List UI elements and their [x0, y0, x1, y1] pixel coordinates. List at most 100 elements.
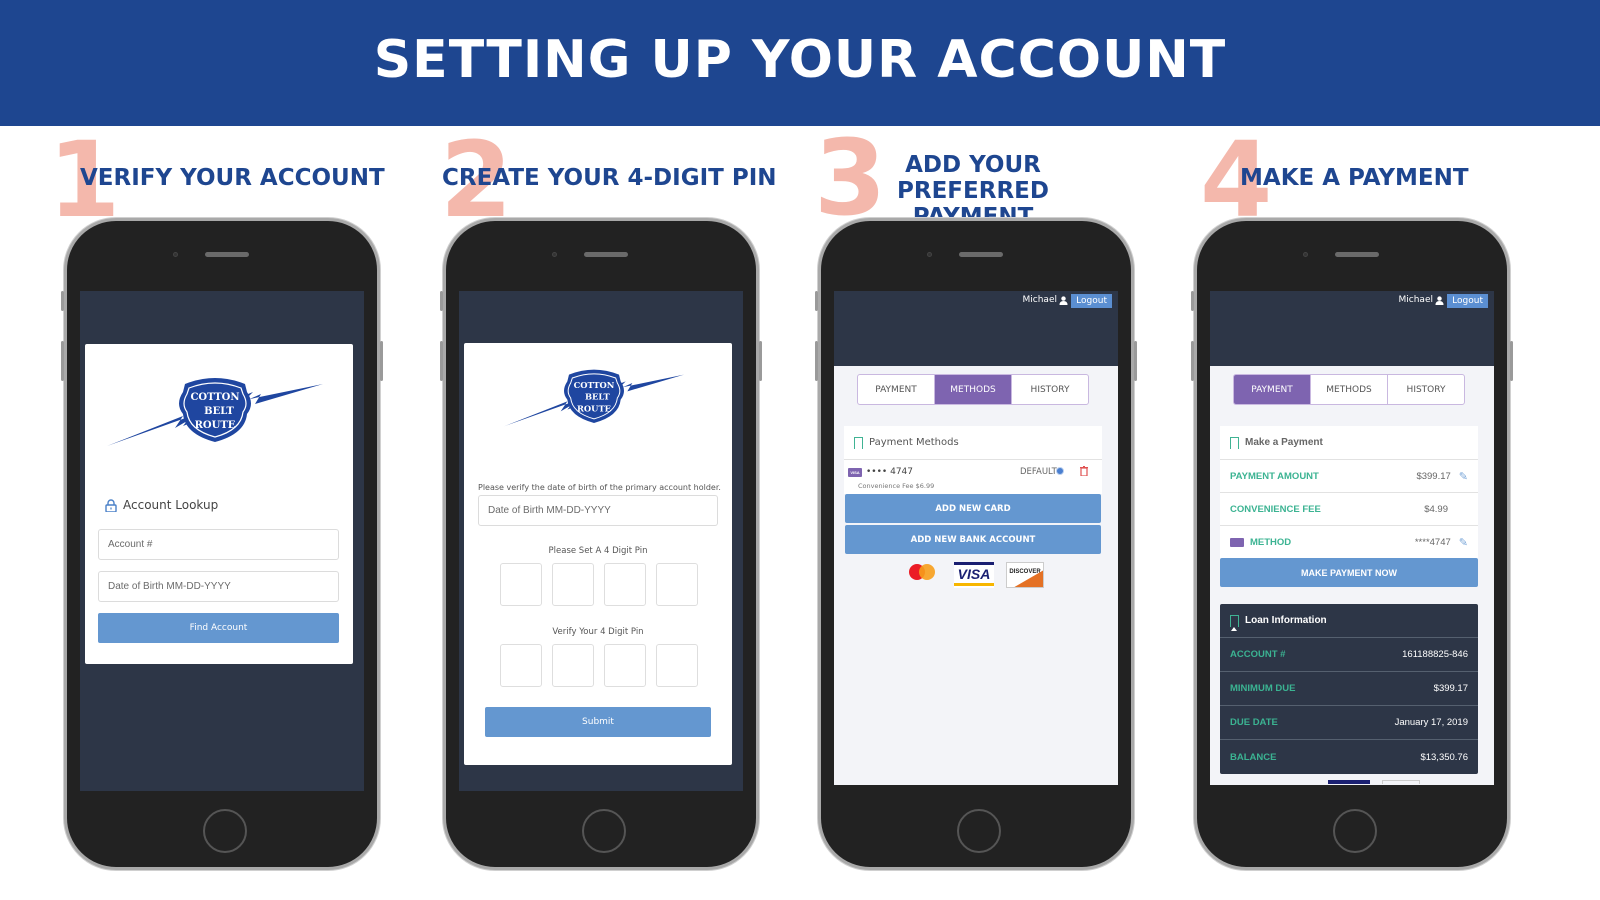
cotton-belt-logo: COTTON BELT ROUTE: [504, 369, 684, 427]
tab-methods[interactable]: METHODS: [935, 375, 1012, 404]
user-name: Michael: [1398, 295, 1433, 305]
home-button[interactable]: [582, 809, 626, 853]
make-payment-now-button[interactable]: MAKE PAYMENT NOW: [1220, 558, 1478, 587]
visa-logo-text: VISA: [957, 566, 991, 582]
account-number-input[interactable]: Account #: [98, 529, 339, 560]
submit-button[interactable]: Submit: [485, 707, 711, 737]
user-icon: [1435, 295, 1444, 305]
logo-text-belt: BELT: [204, 406, 234, 417]
convenience-fee-value: $4.99: [1424, 503, 1448, 515]
camera-icon: [173, 252, 178, 257]
loan-row-value: $399.17: [1433, 683, 1468, 694]
user-menu[interactable]: Michael: [1023, 295, 1068, 305]
visa-card-icon: VISA: [848, 468, 862, 477]
visa-logo: VISA: [954, 562, 994, 588]
edit-icon[interactable]: ✎: [1459, 470, 1468, 483]
phone-mockup-1: COTTON BELT ROUTE Account Lookup Account…: [61, 218, 383, 870]
loan-row-value: January 17, 2019: [1394, 717, 1468, 728]
cotton-belt-logo: COTTON BELT ROUTE: [107, 378, 323, 446]
step-title-3-line1: ADD YOUR PREFERRED: [897, 152, 1049, 204]
logo-text-cotton: COTTON: [574, 380, 615, 390]
page-title: SETTING UP YOUR ACCOUNT: [373, 30, 1227, 90]
panel-header: Loan Information: [1220, 604, 1478, 638]
logout-button[interactable]: Logout: [1071, 294, 1112, 308]
loan-row: MINIMUM DUE $399.17: [1220, 672, 1478, 706]
dob-input[interactable]: Date of Birth MM-DD-YYYY: [478, 495, 718, 526]
card-masked-number: •••• 4747: [866, 467, 913, 477]
tab-history[interactable]: HISTORY: [1388, 375, 1464, 404]
loan-row: BALANCE $13,350.76: [1220, 740, 1478, 774]
set-pin-digit-4[interactable]: [656, 563, 698, 606]
set-pin-digit-1[interactable]: [500, 563, 542, 606]
bookmark-icon: [854, 436, 863, 453]
default-radio[interactable]: [1056, 467, 1064, 475]
phone-side-button: [759, 341, 762, 381]
add-new-card-button[interactable]: ADD NEW CARD: [845, 494, 1101, 523]
phone-screen: COTTON BELT ROUTE Please verify the date…: [459, 291, 743, 791]
phone-side-button: [1191, 291, 1194, 311]
phone-side-button: [440, 291, 443, 311]
phone-side-button: [61, 341, 64, 381]
camera-icon: [927, 252, 932, 257]
camera-icon: [552, 252, 557, 257]
account-lookup-card: COTTON BELT ROUTE Account Lookup Account…: [85, 344, 353, 664]
phone-screen: Michael Logout PAYMENT METHODS HISTORY M…: [1210, 291, 1494, 785]
phone-mockup-2: COTTON BELT ROUTE Please verify the date…: [440, 218, 762, 870]
account-lookup-heading: Account Lookup: [105, 498, 218, 512]
speaker-grille: [205, 252, 249, 257]
phone-side-button: [1510, 341, 1513, 381]
edit-icon[interactable]: ✎: [1459, 536, 1468, 549]
phone-side-button: [1134, 341, 1137, 381]
default-label: DEFAULT: [1020, 467, 1057, 477]
phone-side-button: [815, 291, 818, 311]
verify-pin-digit-2[interactable]: [552, 644, 594, 687]
discover-logo-partial: [1382, 780, 1420, 784]
verify-pin-digit-1[interactable]: [500, 644, 542, 687]
bookmark-icon: [1230, 436, 1239, 453]
loan-row-value: 161188825-846: [1402, 649, 1468, 660]
main-content: PAYMENT METHODS HISTORY Payment Methods …: [834, 366, 1118, 785]
logout-button[interactable]: Logout: [1447, 294, 1488, 308]
loan-row-value: $13,350.76: [1420, 751, 1468, 763]
home-button[interactable]: [203, 809, 247, 853]
tab-bar: PAYMENT METHODS HISTORY: [1233, 374, 1465, 405]
speaker-grille: [959, 252, 1003, 257]
tab-bar: PAYMENT METHODS HISTORY: [857, 374, 1089, 405]
trash-icon[interactable]: [1080, 466, 1088, 476]
payment-amount-row[interactable]: PAYMENT AMOUNT $399.17 ✎: [1220, 460, 1478, 493]
header-banner: SETTING UP YOUR ACCOUNT: [0, 0, 1600, 126]
loan-row: ACCOUNT # 161188825-846: [1220, 638, 1478, 672]
main-content: PAYMENT METHODS HISTORY Make a Payment P…: [1210, 366, 1494, 785]
method-row[interactable]: METHOD ****4747 ✎: [1220, 526, 1478, 559]
add-new-bank-account-button[interactable]: ADD NEW BANK ACCOUNT: [845, 525, 1101, 554]
convenience-fee-note: Convenience Fee $6.99: [858, 482, 935, 490]
user-menu[interactable]: Michael: [1399, 295, 1444, 305]
panel-header: Payment Methods: [844, 426, 1102, 460]
logo-text-route: ROUTE: [195, 420, 236, 431]
payment-amount-value: $399.17: [1416, 470, 1451, 482]
find-account-button[interactable]: Find Account: [98, 613, 339, 643]
set-pin-digit-2[interactable]: [552, 563, 594, 606]
logo-text-route: ROUTE: [577, 403, 611, 413]
tab-payment[interactable]: PAYMENT: [858, 375, 935, 404]
phone-side-button: [380, 341, 383, 381]
home-button[interactable]: [1333, 809, 1377, 853]
set-pin-digit-3[interactable]: [604, 563, 646, 606]
make-payment-panel: Make a Payment PAYMENT AMOUNT $399.17 ✎ C…: [1220, 426, 1478, 559]
saved-card-row[interactable]: VISA •••• 4747 DEFAULT Convenience Fee $…: [844, 460, 1102, 494]
tab-history[interactable]: HISTORY: [1012, 375, 1088, 404]
method-value: ****4747: [1414, 537, 1451, 548]
panel-title: Payment Methods: [869, 437, 959, 448]
convenience-fee-label: CONVENIENCE FEE: [1230, 503, 1321, 515]
verify-pin-digit-3[interactable]: [604, 644, 646, 687]
step-title-4: MAKE A PAYMENT: [1240, 165, 1469, 191]
verify-pin-digit-4[interactable]: [656, 644, 698, 687]
tab-payment[interactable]: PAYMENT: [1234, 375, 1311, 404]
dob-instruction: Please verify the date of birth of the p…: [478, 483, 721, 492]
home-button[interactable]: [957, 809, 1001, 853]
tab-methods[interactable]: METHODS: [1311, 375, 1388, 404]
dob-input[interactable]: Date of Birth MM-DD-YYYY: [98, 571, 339, 602]
verify-pin-label: Verify Your 4 Digit Pin: [552, 627, 644, 637]
payment-methods-panel: Payment Methods VISA •••• 4747 DEFAULT C…: [844, 426, 1102, 494]
panel-header: Make a Payment: [1220, 426, 1478, 460]
